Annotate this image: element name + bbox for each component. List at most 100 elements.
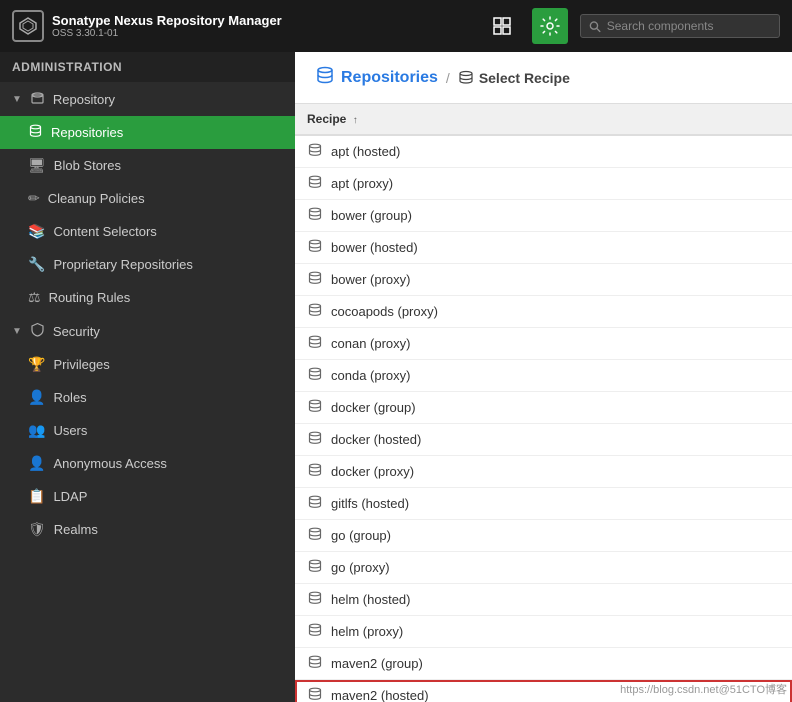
sidebar-item-blob-stores-label: Blob Stores: [54, 158, 121, 173]
app-title: Sonatype Nexus Repository Manager: [52, 13, 282, 28]
anonymous-access-icon: 👤: [28, 455, 45, 472]
sidebar-item-realms[interactable]: 🛡 Realms: [0, 513, 295, 546]
repository-list: apt (hosted) apt (proxy) bower (group) b…: [295, 136, 792, 702]
table-row[interactable]: bower (hosted): [295, 232, 792, 264]
repo-name-label: bower (proxy): [331, 272, 410, 287]
repo-name-label: bower (group): [331, 208, 412, 223]
repo-db-icon: [307, 143, 323, 160]
sidebar-item-privileges[interactable]: 🏆 Privileges: [0, 348, 295, 381]
sidebar-group-security-label: Security: [53, 324, 100, 339]
table-row[interactable]: apt (proxy): [295, 168, 792, 200]
repo-name-label: helm (hosted): [331, 592, 410, 607]
main-layout: Administration ▼ Repository Reposito: [0, 52, 792, 702]
blob-stores-icon: 🖥: [28, 157, 46, 174]
table-row[interactable]: helm (hosted): [295, 584, 792, 616]
sidebar-item-users[interactable]: 👥 Users: [0, 414, 295, 447]
repo-name-label: helm (proxy): [331, 624, 403, 639]
sidebar-item-proprietary-repositories[interactable]: 🔧 Proprietary Repositories: [0, 248, 295, 281]
logo-icon: [12, 10, 44, 42]
table-row[interactable]: go (proxy): [295, 552, 792, 584]
arrow-down-icon: ▼: [12, 94, 22, 105]
table-row[interactable]: go (group): [295, 520, 792, 552]
table-row[interactable]: maven2 (hosted): [295, 680, 792, 702]
repo-db-icon: [307, 655, 323, 672]
content-area: Repositories / Select Recipe Recipe ↑: [295, 52, 792, 702]
sidebar-item-proprietary-repositories-label: Proprietary Repositories: [53, 257, 192, 272]
table-row[interactable]: conda (proxy): [295, 360, 792, 392]
table-row[interactable]: maven2 (group): [295, 648, 792, 680]
table-row[interactable]: conan (proxy): [295, 328, 792, 360]
sidebar-item-ldap[interactable]: 📋 LDAP: [0, 480, 295, 513]
content-header: Repositories / Select Recipe: [295, 52, 792, 104]
settings-icon-button[interactable]: [532, 8, 568, 44]
arrow-down-security-icon: ▼: [12, 326, 22, 337]
sidebar-item-content-selectors-label: Content Selectors: [53, 224, 156, 239]
sidebar-item-content-selectors[interactable]: 📚 Content Selectors: [0, 215, 295, 248]
repo-db-icon: [307, 175, 323, 192]
table-row[interactable]: helm (proxy): [295, 616, 792, 648]
repo-name-label: go (group): [331, 528, 391, 543]
repo-name-label: go (proxy): [331, 560, 390, 575]
breadcrumb: Select Recipe: [458, 70, 570, 86]
repo-db-icon: [307, 303, 323, 320]
sidebar-admin-header: Administration: [0, 52, 295, 82]
security-group-icon: [30, 322, 45, 340]
search-bar[interactable]: [580, 14, 780, 38]
table-row[interactable]: apt (hosted): [295, 136, 792, 168]
repo-name-label: docker (hosted): [331, 432, 421, 447]
sidebar-item-routing-rules[interactable]: ⚖ Routing Rules: [0, 281, 295, 314]
sidebar-item-realms-label: Realms: [54, 522, 98, 537]
repo-name-label: bower (hosted): [331, 240, 418, 255]
repo-db-icon: [307, 527, 323, 544]
app-logo: Sonatype Nexus Repository Manager OSS 3.…: [12, 10, 282, 42]
table-row[interactable]: cocoapods (proxy): [295, 296, 792, 328]
repo-db-icon: [307, 623, 323, 640]
repo-db-icon: [307, 591, 323, 608]
sidebar-item-cleanup-policies[interactable]: ✏ Cleanup Policies: [0, 182, 295, 215]
sidebar-group-repository[interactable]: ▼ Repository: [0, 82, 295, 116]
repo-name-label: gitlfs (hosted): [331, 496, 409, 511]
cleanup-icon: ✏: [28, 190, 40, 207]
repo-db-icon: [307, 687, 323, 702]
sidebar-item-anonymous-access[interactable]: 👤 Anonymous Access: [0, 447, 295, 480]
sidebar-item-roles[interactable]: 👤 Roles: [0, 381, 295, 414]
breadcrumb-separator: /: [446, 70, 450, 86]
roles-icon: 👤: [28, 389, 45, 406]
table-row[interactable]: docker (proxy): [295, 456, 792, 488]
app-header: Sonatype Nexus Repository Manager OSS 3.…: [0, 0, 792, 52]
table-row[interactable]: docker (group): [295, 392, 792, 424]
repo-name-label: apt (hosted): [331, 144, 400, 159]
repositories-icon: [28, 124, 43, 141]
recipe-column-header[interactable]: Recipe ↑: [295, 104, 792, 135]
breadcrumb-label: Select Recipe: [479, 70, 570, 86]
repo-db-icon: [307, 367, 323, 384]
table-row[interactable]: docker (hosted): [295, 424, 792, 456]
repository-table: Recipe ↑: [295, 104, 792, 136]
search-input[interactable]: [607, 19, 771, 33]
routing-rules-icon: ⚖: [28, 289, 41, 306]
realms-icon: 🛡: [28, 521, 46, 538]
table-row[interactable]: gitlfs (hosted): [295, 488, 792, 520]
table-row[interactable]: bower (proxy): [295, 264, 792, 296]
sidebar-item-roles-label: Roles: [53, 390, 86, 405]
sidebar-item-repositories[interactable]: Repositories: [0, 116, 295, 149]
sidebar-group-repository-icon: [30, 90, 45, 108]
proprietary-icon: 🔧: [28, 256, 45, 273]
repositories-header-icon: [315, 66, 335, 89]
table-row[interactable]: bower (group): [295, 200, 792, 232]
sidebar-item-blob-stores[interactable]: 🖥 Blob Stores: [0, 149, 295, 182]
repo-db-icon: [307, 239, 323, 256]
ldap-icon: 📋: [28, 488, 45, 505]
repo-name-label: docker (group): [331, 400, 416, 415]
repo-name-label: apt (proxy): [331, 176, 393, 191]
search-icon: [589, 20, 601, 33]
sidebar-group-security[interactable]: ▼ Security: [0, 314, 295, 348]
repo-name-label: maven2 (hosted): [331, 688, 429, 702]
packages-icon-button[interactable]: [484, 8, 520, 44]
page-title: Repositories: [315, 66, 438, 89]
sidebar-item-users-label: Users: [53, 423, 87, 438]
repo-name-label: conda (proxy): [331, 368, 410, 383]
privileges-icon: 🏆: [28, 356, 45, 373]
repo-db-icon: [307, 207, 323, 224]
repo-db-icon: [307, 431, 323, 448]
